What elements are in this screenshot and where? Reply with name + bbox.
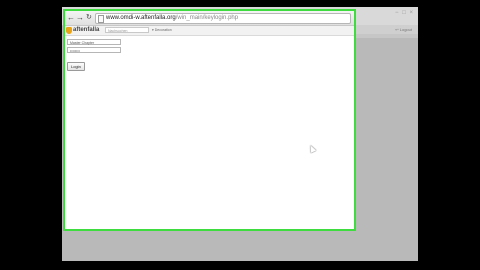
browser-window: ← → ↻ www.omdi-w.aftenfalla.org/win_main… bbox=[63, 9, 356, 231]
background-site-subbar bbox=[354, 34, 418, 38]
password-field[interactable]: •••••••• bbox=[67, 47, 121, 53]
forward-arrow-icon[interactable]: → bbox=[76, 13, 84, 22]
login-form: Master Chapter •••••••• Login bbox=[67, 39, 121, 73]
site-header: aftenfalla Nachsuchen ▾ Decoration bbox=[65, 26, 354, 36]
site-logo[interactable]: aftenfalla bbox=[73, 26, 99, 35]
logo-icon bbox=[66, 27, 72, 34]
login-button[interactable]: Login bbox=[67, 62, 85, 71]
url-path: /win_main/keylogin.php bbox=[175, 15, 239, 21]
page-icon bbox=[98, 15, 104, 23]
mouse-cursor-icon bbox=[307, 144, 317, 153]
logout-link[interactable]: ↩ Logout bbox=[395, 27, 412, 32]
nav-dropdown[interactable]: ▾ Decoration bbox=[152, 26, 172, 35]
reload-icon[interactable]: ↻ bbox=[86, 13, 92, 22]
browser-toolbar: ← → ↻ www.omdi-w.aftenfalla.org/win_main… bbox=[65, 11, 354, 26]
username-field[interactable]: Master Chapter bbox=[67, 39, 121, 45]
site-search-input[interactable]: Nachsuchen bbox=[105, 27, 149, 33]
back-arrow-icon[interactable]: ← bbox=[67, 13, 75, 22]
url-text: www.omdi-w.aftenfalla.org/win_main/keylo… bbox=[106, 14, 238, 23]
url-host: www.omdi-w.aftenfalla.org bbox=[106, 15, 176, 21]
address-bar[interactable]: www.omdi-w.aftenfalla.org/win_main/keylo… bbox=[95, 13, 351, 24]
window-controls[interactable]: − □ × bbox=[395, 10, 414, 16]
